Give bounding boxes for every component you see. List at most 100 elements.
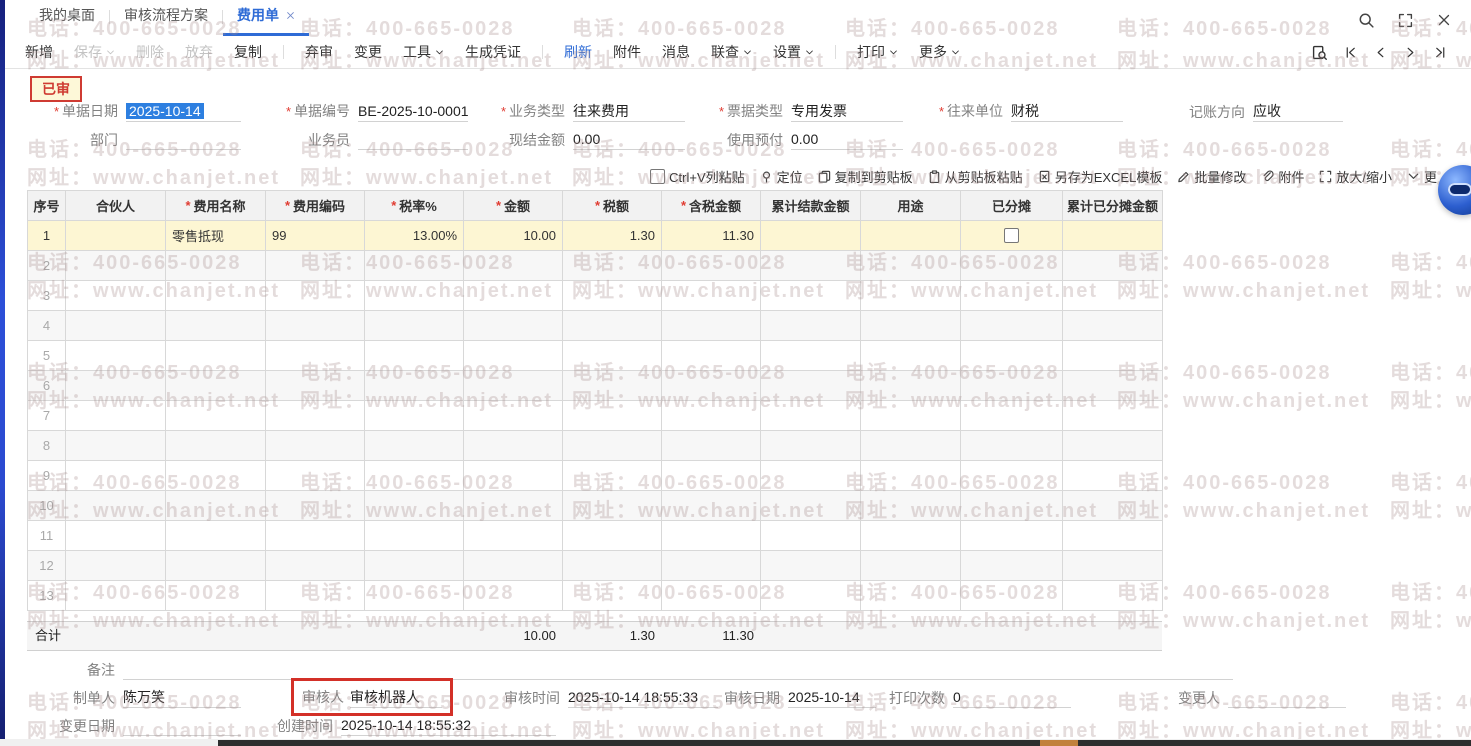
cell-empty[interactable] — [1063, 491, 1163, 521]
cell-empty[interactable] — [166, 341, 266, 371]
cell-empty[interactable] — [464, 581, 563, 611]
cell-empty[interactable] — [365, 401, 464, 431]
doc-preview-icon[interactable] — [1312, 45, 1327, 60]
cell-empty[interactable] — [66, 251, 166, 281]
cell-empty[interactable] — [266, 341, 365, 371]
cell-empty[interactable] — [662, 401, 761, 431]
cell-empty[interactable] — [961, 311, 1063, 341]
cell-empty[interactable] — [662, 431, 761, 461]
grid-toolbar-chevron-down[interactable]: 更 — [1407, 167, 1437, 186]
cell-empty[interactable] — [266, 491, 365, 521]
cell-empty[interactable] — [365, 281, 464, 311]
cell-empty[interactable] — [166, 551, 266, 581]
cell-empty[interactable] — [464, 281, 563, 311]
cell-empty[interactable] — [861, 341, 961, 371]
cell-empty[interactable] — [961, 521, 1063, 551]
cell-empty[interactable] — [166, 251, 266, 281]
cell-empty[interactable] — [563, 491, 662, 521]
grid-toolbar-location-pin[interactable]: 定位 — [760, 167, 803, 186]
prepay-used-input[interactable]: 0.00 — [791, 129, 903, 150]
toolbar-button[interactable]: 工具 — [403, 42, 444, 62]
cell-empty[interactable] — [365, 431, 464, 461]
cell-empty[interactable] — [1063, 281, 1163, 311]
cell-empty[interactable] — [464, 491, 563, 521]
cell-empty[interactable] — [961, 491, 1063, 521]
cell-empty[interactable] — [761, 461, 861, 491]
cell-empty[interactable] — [266, 551, 365, 581]
doc-date-input[interactable]: 2025-10-14 — [126, 101, 241, 122]
cell-empty[interactable] — [266, 251, 365, 281]
cell-empty[interactable] — [464, 551, 563, 581]
close-icon[interactable] — [1437, 13, 1451, 27]
doc-no-input[interactable]: BE-2025-10-0001 — [358, 101, 469, 122]
cell-empty[interactable] — [1063, 461, 1163, 491]
cell-empty[interactable] — [1063, 371, 1163, 401]
cell-empty[interactable] — [464, 341, 563, 371]
grid-toolbar-paperclip[interactable]: 附件 — [1261, 167, 1304, 186]
grid-toolbar-batch-edit[interactable]: 批量修改 — [1177, 167, 1246, 186]
assistant-robot-icon[interactable] — [1438, 165, 1471, 215]
partner-input[interactable]: 财税 — [1011, 101, 1123, 122]
cell-empty[interactable] — [961, 461, 1063, 491]
cell-empty[interactable] — [66, 491, 166, 521]
cell-empty[interactable] — [166, 401, 266, 431]
cell-empty[interactable] — [662, 281, 761, 311]
tab-close-icon[interactable] — [286, 11, 295, 20]
cell-empty[interactable] — [861, 581, 961, 611]
cell-empty[interactable] — [166, 521, 266, 551]
cell-empty[interactable] — [861, 401, 961, 431]
cell-empty[interactable] — [662, 341, 761, 371]
toolbar-button[interactable]: 复制 — [234, 42, 262, 62]
grid-toolbar-checkbox[interactable]: Ctrl+V列粘贴 — [650, 167, 745, 186]
cell-empty[interactable] — [166, 491, 266, 521]
cell-empty[interactable] — [1063, 251, 1163, 281]
bill-type-input[interactable]: 专用发票 — [791, 101, 903, 122]
toolbar-button[interactable]: 新增 — [25, 42, 53, 62]
cell-empty[interactable] — [761, 491, 861, 521]
grid-toolbar-paste[interactable]: 从剪贴板粘贴 — [928, 167, 1023, 186]
cell-empty[interactable] — [266, 581, 365, 611]
cell-empty[interactable] — [1063, 431, 1163, 461]
cell-empty[interactable] — [761, 551, 861, 581]
cell-empty[interactable] — [266, 281, 365, 311]
grid-toolbar-resize[interactable]: 放大/缩小 — [1319, 167, 1392, 186]
cell-empty[interactable] — [365, 581, 464, 611]
grid-toolbar-excel[interactable]: 另存为EXCEL模板 — [1038, 167, 1162, 186]
last-record-icon[interactable] — [1434, 46, 1447, 59]
tab-2-active[interactable]: 费用单 — [223, 0, 309, 36]
cell-empty[interactable] — [365, 491, 464, 521]
cell-empty[interactable] — [66, 521, 166, 551]
cell-empty[interactable] — [464, 401, 563, 431]
cell-empty[interactable] — [266, 371, 365, 401]
cell-partner[interactable] — [66, 221, 166, 251]
cell-empty[interactable] — [464, 461, 563, 491]
cell-empty[interactable] — [66, 401, 166, 431]
cell-empty[interactable] — [166, 461, 266, 491]
cell-empty[interactable] — [266, 431, 365, 461]
cell-empty[interactable] — [563, 371, 662, 401]
cell-tax-inclusive-amount[interactable]: 11.30 — [662, 221, 761, 251]
cell-expense-code[interactable]: 99 — [266, 221, 365, 251]
cell-empty[interactable] — [266, 401, 365, 431]
cell-empty[interactable] — [166, 581, 266, 611]
cell-empty[interactable] — [66, 281, 166, 311]
cell-empty[interactable] — [266, 521, 365, 551]
cell-empty[interactable] — [464, 251, 563, 281]
cell-empty[interactable]: 11 — [28, 521, 66, 551]
cell-empty[interactable] — [761, 521, 861, 551]
cell-amount[interactable]: 10.00 — [464, 221, 563, 251]
cell-empty[interactable] — [266, 311, 365, 341]
cell-empty[interactable] — [861, 491, 961, 521]
cell-empty[interactable] — [662, 521, 761, 551]
cell-empty[interactable] — [166, 371, 266, 401]
cell-empty[interactable] — [961, 581, 1063, 611]
cell-empty[interactable] — [66, 371, 166, 401]
toolbar-button[interactable]: 设置 — [773, 42, 814, 62]
cell-empty[interactable] — [66, 311, 166, 341]
cell-empty[interactable] — [961, 251, 1063, 281]
cell-empty[interactable] — [662, 251, 761, 281]
cell-empty[interactable]: 8 — [28, 431, 66, 461]
cell-empty[interactable]: 4 — [28, 311, 66, 341]
toolbar-button[interactable]: 联查 — [711, 42, 752, 62]
cell-empty[interactable] — [861, 371, 961, 401]
